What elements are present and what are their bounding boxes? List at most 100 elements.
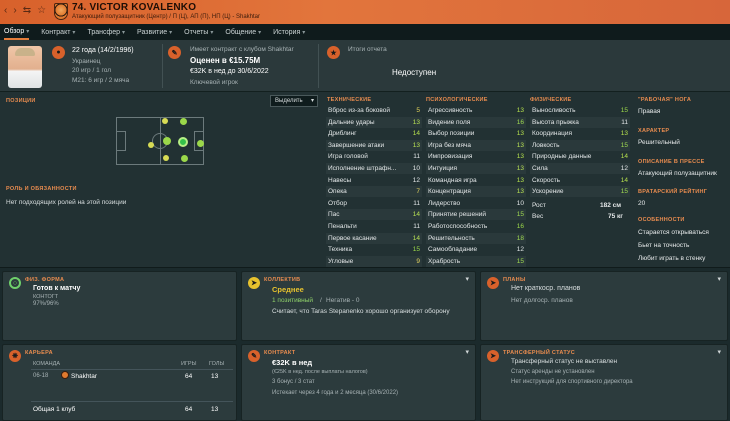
chevron-down-icon: ▾ (26, 28, 30, 35)
attribute-value: 13 (516, 107, 524, 114)
contract-expiry: Истекает через 4 года и 2 месяца (30/6/2… (272, 390, 399, 396)
tab-interaction[interactable]: Общение ▾ (225, 24, 261, 40)
back-icon[interactable]: ‹ (4, 5, 7, 16)
positions-title[interactable]: ПОЗИЦИИ (6, 98, 36, 104)
morale-title: КОЛЛЕКТИВ (264, 277, 301, 283)
attribute-value: 15 (620, 107, 628, 114)
foot-title: "РАБОЧАЯ" НОГА (638, 97, 692, 103)
transfer-line-2: Статус аренды не установлен (511, 369, 595, 375)
height-label: Рост (532, 202, 546, 209)
contract-pen-icon: ✎ (248, 350, 260, 362)
plans-long: Нет долгоср. планов (511, 297, 573, 304)
contract-wage-main: €32K в нед (272, 358, 313, 367)
attribute-row[interactable]: Выносливость 15 (532, 106, 628, 117)
fitness-value: 97%/96% (33, 301, 59, 307)
player-nationality: Украинец (72, 58, 101, 65)
swap-icon[interactable]: ⇆ (23, 5, 31, 16)
position-dot-aml (180, 118, 187, 125)
player-header: ‹ › ⇆ ☆ 74. VICTOR KOVALENKO Атакующий п… (0, 0, 730, 24)
row-stripe (530, 163, 630, 174)
position-dot-st (197, 140, 204, 147)
career-total-goals: 13 (211, 406, 219, 413)
morale-positive[interactable]: 1 позитивный (272, 297, 313, 304)
highlight-dropdown[interactable]: Выделить ▾ (270, 95, 318, 107)
attribute-name: Координация (532, 130, 572, 138)
row-stripe (326, 116, 422, 128)
attribute-row[interactable]: Импровизация 13 (428, 152, 524, 163)
tab-history[interactable]: История ▾ (273, 24, 305, 40)
row-stripe (326, 186, 422, 198)
tab-reports[interactable]: Отчеты ▾ (184, 24, 213, 40)
attribute-row[interactable]: Навесы 12 (328, 176, 420, 187)
row-stripe (326, 139, 422, 151)
plans-card[interactable]: ➤ ПЛАНЫ ▾ Нет краткоср. планов Нет долго… (480, 271, 728, 341)
row-stripe (426, 232, 526, 244)
attribute-row[interactable]: Природные данные 14 (532, 152, 628, 163)
position-dot-amr (181, 155, 188, 162)
player-caps[interactable]: 20 игр / 1 гол (72, 67, 111, 74)
row-stripe (326, 255, 422, 267)
row-stripe (426, 209, 526, 221)
player-u21[interactable]: М21: 6 игр / 2 мяча (72, 77, 129, 84)
card-menu-icon[interactable]: ▾ (465, 275, 469, 283)
squad-role: Ключевой игрок (190, 79, 238, 86)
roles-title[interactable]: РОЛЬ И ОБЯЗАННОСТИ (6, 186, 77, 192)
attribute-row[interactable]: Техника 15 (328, 245, 420, 256)
scout-star-icon: ★ (327, 46, 340, 59)
attribute-row[interactable]: Вброс из-за боковой 5 (328, 106, 420, 117)
tab-overview[interactable]: Обзор ▾ (4, 24, 30, 40)
row-stripe (426, 186, 526, 198)
attribute-value: 11 (413, 199, 420, 207)
attribute-row[interactable]: Игра головой 11 (328, 152, 420, 163)
attribute-value: 13 (620, 130, 628, 138)
career-card[interactable]: ❋ КАРЬЕРА КОМАНДА ИГРЫ ГОЛЫ 06-18 Shakht… (2, 344, 237, 421)
attribute-row[interactable]: Пенальти 11 (328, 222, 420, 233)
attribute-row[interactable]: Лидерство 10 (428, 199, 524, 210)
career-team[interactable]: Shakhtar (71, 373, 97, 380)
attribute-row[interactable]: Отбор 11 (328, 199, 420, 210)
attribute-row[interactable]: Координация 13 (532, 129, 628, 140)
career-total-label: Общая 1 клуб (33, 406, 76, 413)
position-dot-dmc (148, 142, 154, 148)
morale-arrow-icon: ➤ (248, 277, 260, 289)
tab-contract[interactable]: Контракт ▾ (41, 24, 75, 40)
attribute-row[interactable]: Агрессивность 13 (428, 106, 524, 117)
player-portrait (8, 46, 42, 88)
contract-card-title: КОНТРАКТ (264, 350, 296, 356)
attribute-value: 11 (413, 153, 420, 161)
pitch-box-left (117, 131, 126, 151)
tab-transfer[interactable]: Трансфер ▾ (87, 24, 125, 40)
attribute-row[interactable]: Выбор позиции 13 (428, 129, 524, 140)
contract-icon: ✎ (168, 46, 181, 59)
divider (318, 44, 319, 88)
attribute-row[interactable]: Командная игра 13 (428, 176, 524, 187)
player-value: Оценен в €15.75M (190, 56, 261, 65)
morale-negative[interactable]: Негатив - 0 (326, 297, 359, 304)
attribute-row[interactable]: Работоспособность 16 (428, 222, 524, 233)
morale-card[interactable]: ➤ КОЛЛЕКТИВ ▾ Среднее 1 позитивный / Нег… (241, 271, 476, 341)
gk-rating-title[interactable]: ВРАТАРСКИЙ РЕЙТИНГ (638, 189, 707, 195)
attribute-row[interactable]: Дриблинг 14 (328, 129, 420, 140)
fitness-icon: ○ (9, 277, 21, 289)
attribute-row[interactable]: Самообладание 12 (428, 245, 524, 256)
card-menu-icon[interactable]: ▾ (465, 348, 469, 356)
forward-icon[interactable]: › (13, 5, 16, 16)
tab-development[interactable]: Развитие ▾ (137, 24, 172, 40)
attribute-row[interactable]: Скорость 14 (532, 176, 628, 187)
attribute-value: 12 (412, 176, 420, 184)
technical-title: ТЕХНИЧЕСКИЕ (327, 97, 372, 103)
row-stripe (530, 116, 630, 128)
transfer-status-card[interactable]: ➤ ТРАНСФЕРНЫЙ СТАТУС ▾ Трансферный стату… (480, 344, 728, 421)
fitness-card[interactable]: ○ ФИЗ. ФОРМА Готов к матчу КОНТОГТ 97%/9… (2, 271, 237, 341)
contract-wage: €32K в нед до 30/6/2022 (190, 68, 269, 75)
gk-rating-value: 20 (638, 200, 646, 207)
star-icon[interactable]: ☆ (37, 5, 46, 16)
card-menu-icon[interactable]: ▾ (717, 348, 721, 356)
contract-card[interactable]: ✎ КОНТРАКТ ▾ €32K в нед (€25K в нед. пос… (241, 344, 476, 421)
transfer-line-3: Нет инструкций для спортивного директора (511, 379, 633, 385)
attribute-name: Импровизация (428, 153, 473, 161)
press-value: Атакующий полузащитник (638, 170, 717, 177)
morale-status: Среднее (272, 285, 304, 294)
card-menu-icon[interactable]: ▾ (717, 275, 721, 283)
position-dot-ml (162, 118, 168, 124)
